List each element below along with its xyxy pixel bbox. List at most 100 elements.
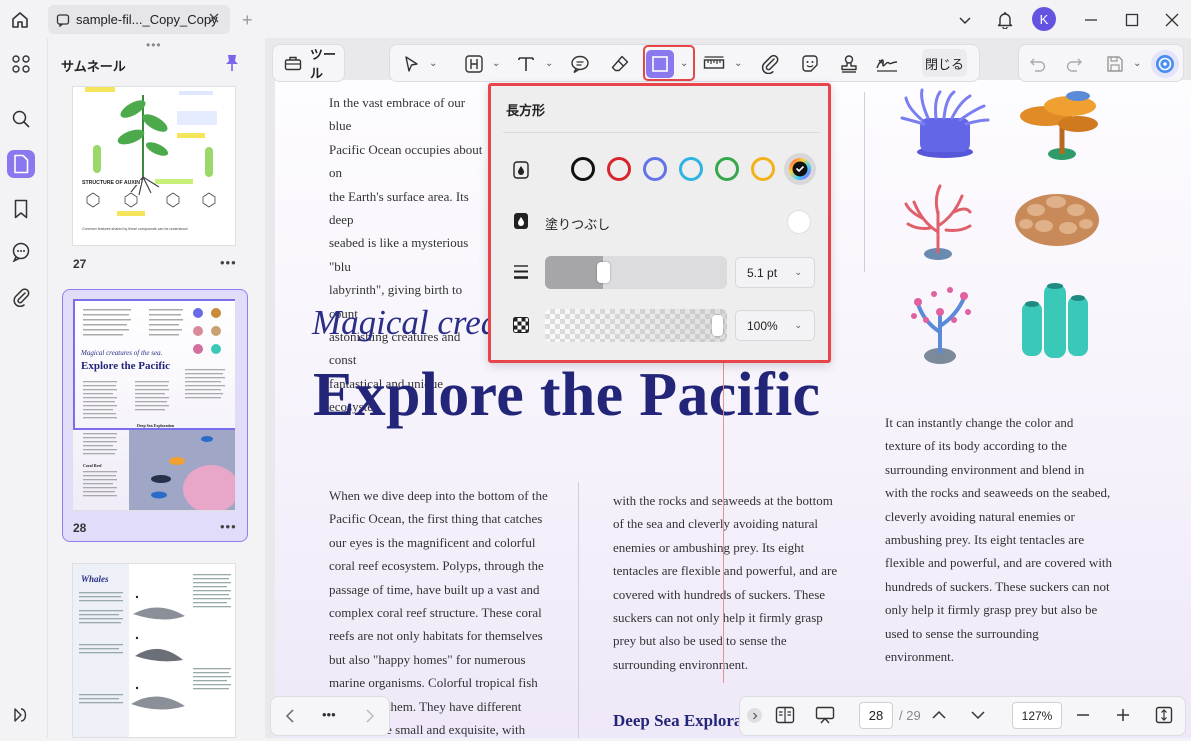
column-line: It can instantly change the color and [885,415,1074,430]
opacity-slider[interactable] [545,309,727,342]
column-line: flexible and powerful, and are covered w… [885,555,1113,571]
next-page-icon[interactable] [363,708,377,724]
column-line: suckers can not only help it firmly gras… [613,610,823,626]
zoom-level[interactable]: 127% [1012,702,1062,729]
chevron-down-icon[interactable]: ⌄ [429,58,437,69]
zoom-out-icon[interactable] [1076,708,1090,722]
opacity-slider-thumb[interactable] [712,315,723,336]
highlight-icon[interactable] [460,50,488,78]
chevron-down-icon[interactable]: ⌄ [734,58,742,69]
page-27-more-button[interactable]: ••• [220,255,237,270]
comment-icon[interactable] [566,50,594,78]
stroke-width-dropdown[interactable]: 5.1 pt ⌄ [735,257,815,288]
grid-apps-icon[interactable] [7,50,35,78]
paperclip-icon[interactable] [756,50,784,78]
panel-resize-grip[interactable]: ••• [146,38,162,52]
custom-color-picker[interactable] [784,153,816,185]
notification-bell-icon[interactable] [992,7,1018,33]
pin-icon[interactable] [224,54,240,72]
opacity-dropdown[interactable]: 100% ⌄ [735,310,815,341]
user-avatar[interactable]: K [1032,7,1056,31]
thumb28-coral: Coral Reef [83,463,102,468]
page-thumbnail-28[interactable]: Magical creatures of the sea. Explore th… [72,298,236,511]
signature-icon[interactable] [873,50,901,78]
page-28-more-button[interactable]: ••• [220,519,237,534]
teal-sponge-image [1022,283,1088,358]
close-toolbar-button[interactable]: 閉じる [922,49,967,77]
chevron-down-icon[interactable]: ⌄ [492,58,500,69]
page-thumbnails-icon[interactable] [7,150,35,178]
select-cursor-icon[interactable] [397,50,425,78]
eraser-icon[interactable] [606,50,634,78]
bookmark-icon[interactable] [7,195,35,223]
window-close-icon[interactable] [1159,7,1185,33]
stroke-color-yellow[interactable] [751,157,775,181]
redo-icon[interactable] [1060,50,1088,78]
measure-ruler-icon[interactable] [700,50,728,78]
purple-anemone-image [900,88,990,158]
ai-assistant-icon[interactable] [1151,50,1179,78]
attachment-icon[interactable] [7,283,35,311]
column-line: reefs are not only habitats for themselv… [329,628,543,644]
sticker-icon[interactable] [796,50,824,78]
stroke-color-green[interactable] [715,157,739,181]
text-tool-icon[interactable] [512,50,540,78]
tools-button[interactable]: ツール [272,44,345,82]
stroke-width-slider-thumb[interactable] [597,262,610,283]
page-number-27: 27 [73,257,87,271]
column-line: hundreds of suckers. These suckers can n… [885,578,1110,594]
comments-icon[interactable] [7,238,35,266]
stroke-color-blue[interactable] [643,157,667,181]
new-tab-button[interactable]: + [242,10,253,31]
minimize-icon[interactable] [1078,7,1104,33]
column-line: but also "happy homes" for numerous [329,651,526,667]
zoom-in-icon[interactable] [1116,708,1130,722]
chevron-down-icon[interactable] [952,7,978,33]
stroke-width-icon [513,264,529,280]
stroke-color-red[interactable] [607,157,631,181]
sidebar-toggle-icon[interactable] [7,701,35,729]
page-down-icon[interactable] [970,708,986,722]
pink-coral-image [911,287,971,364]
document-tab[interactable]: sample-fil..._Copy_Copy [48,5,230,34]
fill-icon [513,212,529,230]
chevron-down-icon: ⌄ [794,320,802,330]
column-line: passage of time, have built up a vast an… [329,581,540,597]
page-number-input[interactable]: 28 [859,702,893,729]
more-pages-button[interactable]: ••• [322,707,336,722]
page-thumbnail-27[interactable]: STRUCTURE OF AUXIN Common features share… [72,86,236,246]
fill-color-swatch[interactable] [787,210,811,234]
column-line: with the rocks and seaweeds on the seabe… [885,485,1111,501]
column-line: with the rocks and seaweeds at the botto… [613,493,833,508]
page-thumbnail-29[interactable]: Whales [72,563,236,738]
orange-coral-image [1020,91,1098,160]
stamp-icon[interactable] [835,50,863,78]
rectangle-tool-icon[interactable] [646,50,674,78]
thumbnail-panel-title: サムネール [61,59,126,74]
tab-close-icon[interactable] [208,12,220,24]
chevron-down-icon[interactable]: ⌄ [545,58,553,69]
page-total: / 29 [899,708,921,723]
stroke-color-black[interactable] [571,157,595,181]
collapse-nav-icon[interactable] [747,708,762,723]
stroke-width-slider[interactable] [545,256,727,289]
home-icon[interactable] [8,8,32,32]
page-up-icon[interactable] [931,708,947,722]
chevron-down-icon[interactable]: ⌄ [680,58,688,69]
save-icon[interactable] [1101,50,1129,78]
opacity-icon [513,317,529,333]
page-layout-icon[interactable] [775,706,795,724]
column-line: our eyes is the magnificent and colorful [329,534,536,550]
cup-coral-image [1015,194,1099,246]
chevron-down-icon[interactable]: ⌄ [1133,58,1141,69]
thumb28-magical: Magical creatures of the sea. [80,349,163,357]
column-line: cleverly avoiding natural enemies or [885,508,1075,524]
maximize-icon[interactable] [1119,7,1145,33]
stroke-color-cyan[interactable] [679,157,703,181]
presentation-icon[interactable] [815,706,835,724]
fit-page-icon[interactable] [1155,706,1173,724]
stroke-width-slider-fill [545,256,603,289]
previous-page-icon[interactable] [283,708,297,724]
undo-icon[interactable] [1024,50,1052,78]
search-icon[interactable] [7,105,35,133]
